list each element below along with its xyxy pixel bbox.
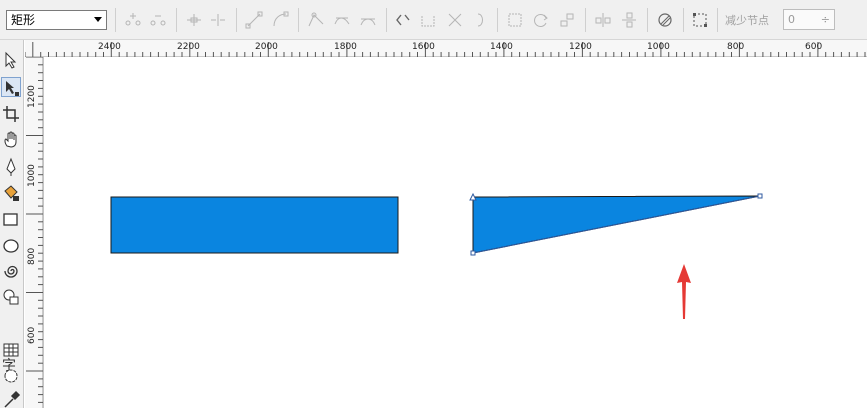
property-bar: 矩形 减少节点 0 ÷: [0, 0, 867, 40]
separator: [717, 8, 718, 32]
node-handle[interactable]: [470, 250, 476, 256]
spinner-icon[interactable]: ÷: [821, 13, 830, 26]
red-annotation-arrow: [677, 264, 691, 319]
smooth-node-icon[interactable]: [332, 10, 352, 30]
horizontal-reflect-icon[interactable]: [593, 10, 613, 30]
separator: [176, 8, 177, 32]
blue-rectangle[interactable]: [110, 196, 399, 254]
rectangle-tool-icon[interactable]: [1, 209, 21, 229]
ruler-label: 1800: [334, 42, 357, 52]
basic-shapes-icon[interactable]: [1, 287, 21, 307]
vertical-ruler[interactable]: 1200 1000 800 600: [25, 57, 43, 408]
ruler-label: 2400: [98, 42, 121, 52]
ruler-label: 1000: [27, 164, 37, 187]
align-nodes-icon[interactable]: [557, 10, 577, 30]
ruler-label: 1200: [569, 42, 592, 52]
separator: [115, 8, 116, 32]
ruler-label: 2000: [255, 42, 278, 52]
join-nodes-icon[interactable]: [184, 10, 204, 30]
horizontal-ruler[interactable]: 2400 2200 2000 1800 1600 1400 1200 1000 …: [25, 40, 867, 57]
eyedropper-tool-icon[interactable]: [1, 390, 21, 410]
ruler-label: 1200: [27, 85, 37, 108]
ruler-label: 1400: [490, 42, 513, 52]
delete-node-icon[interactable]: [148, 10, 168, 30]
auto-close-icon[interactable]: [470, 10, 490, 30]
separator: [298, 8, 299, 32]
separator: [647, 8, 648, 32]
ruler-label: 800: [727, 42, 745, 52]
crop-tool-icon[interactable]: [1, 104, 21, 124]
select-all-nodes-icon[interactable]: [690, 10, 710, 30]
separator: [585, 8, 586, 32]
freehand-tool-icon[interactable]: [1, 157, 21, 177]
smart-fill-icon[interactable]: [1, 183, 21, 203]
rotate-skew-icon[interactable]: [531, 10, 551, 30]
shape-type-value: 矩形: [11, 13, 36, 27]
ruler-label: 600: [27, 326, 37, 344]
ruler-label: 800: [27, 247, 37, 265]
ruler-label: 600: [805, 42, 823, 52]
separator: [683, 8, 684, 32]
extract-subpath-icon[interactable]: [445, 10, 465, 30]
symmetric-node-icon[interactable]: [358, 10, 378, 30]
node-handle[interactable]: [757, 193, 763, 199]
shape-tool-icon[interactable]: [1, 77, 21, 97]
reduce-nodes-input[interactable]: 0 ÷: [783, 9, 835, 30]
table-tool-icon[interactable]: [1, 340, 21, 360]
extend-close-icon[interactable]: [418, 10, 438, 30]
ellipse-tool-icon[interactable]: [1, 235, 21, 255]
break-curve-icon[interactable]: [208, 10, 228, 30]
interactive-tool-icon[interactable]: [1, 366, 21, 386]
chevron-down-icon[interactable]: [94, 17, 102, 22]
ruler-label: 2200: [177, 42, 200, 52]
stretch-scale-icon[interactable]: [505, 10, 525, 30]
elastic-mode-icon[interactable]: [655, 10, 675, 30]
shape-type-select[interactable]: 矩形: [6, 10, 107, 30]
separator: [497, 8, 498, 32]
ruler-label: 1600: [412, 42, 435, 52]
toolbox: 字: [0, 40, 24, 408]
separator: [236, 8, 237, 32]
drawing-canvas[interactable]: [43, 57, 867, 408]
separator: [386, 8, 387, 32]
add-node-icon[interactable]: [123, 10, 143, 30]
vertical-ruler-ticks: [26, 57, 43, 403]
reduce-nodes-value: 0: [788, 13, 795, 26]
canvas-drawing: [43, 57, 763, 408]
spiral-tool-icon[interactable]: [1, 261, 21, 281]
reduce-nodes-label: 减少节点: [725, 14, 769, 27]
reverse-direction-icon[interactable]: [393, 10, 413, 30]
to-curve-icon[interactable]: [270, 10, 290, 30]
pick-tool-icon[interactable]: [1, 50, 21, 70]
ruler-label: 1000: [647, 42, 670, 52]
cusp-node-icon[interactable]: [306, 10, 326, 30]
vertical-reflect-icon[interactable]: [619, 10, 639, 30]
pan-tool-icon[interactable]: [1, 130, 21, 150]
to-line-icon[interactable]: [244, 10, 264, 30]
